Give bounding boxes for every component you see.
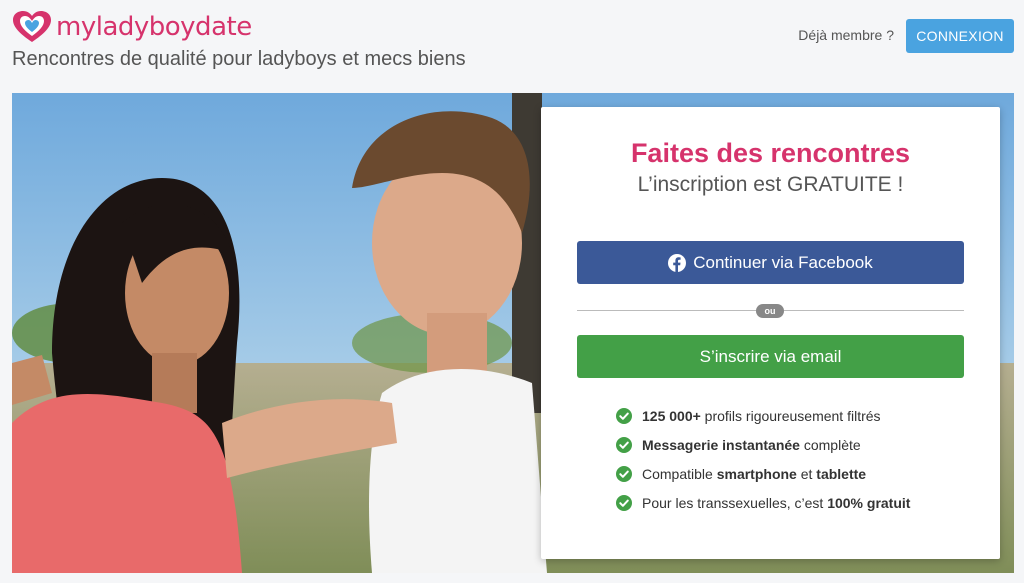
or-badge: ou <box>756 304 784 318</box>
check-circle-icon <box>616 407 632 424</box>
feature-list: 125 000+ profils rigoureusement filtrés … <box>616 401 910 517</box>
feature-item: Pour les transsexuelles, c’est 100% grat… <box>616 488 910 517</box>
tagline: Rencontres de qualité pour ladyboys et m… <box>12 48 466 70</box>
facebook-button-label: Continuer via Facebook <box>693 252 873 272</box>
feature-text: Messagerie instantanée complète <box>642 436 861 453</box>
feature-item: Compatible smartphone et tablette <box>616 459 910 488</box>
feature-item: Messagerie instantanée complète <box>616 430 910 459</box>
signup-card: Faites des rencontres L’inscription est … <box>541 107 1000 559</box>
card-subtitle: L’inscription est GRATUITE ! <box>637 173 904 196</box>
check-circle-icon <box>616 436 632 453</box>
check-circle-icon <box>616 494 632 511</box>
check-circle-icon <box>616 465 632 482</box>
card-title: Faites des rencontres <box>630 138 911 168</box>
feature-text: 125 000+ profils rigoureusement filtrés <box>642 407 881 424</box>
heart-logo-icon <box>13 11 51 42</box>
feature-text: Compatible smartphone et tablette <box>642 465 867 482</box>
facebook-icon <box>668 253 687 272</box>
email-button-label: S’inscrire via email <box>699 346 842 366</box>
logo[interactable]: myladyboydate <box>12 10 252 44</box>
email-signup-button[interactable]: S’inscrire via email <box>577 335 964 378</box>
already-member-text: Déjà membre ? <box>798 27 894 43</box>
feature-text: Pour les transsexuelles, c’est 100% grat… <box>642 494 911 511</box>
facebook-signup-button[interactable]: Continuer via Facebook <box>577 241 964 284</box>
logo-text: myladyboydate <box>56 12 252 42</box>
feature-item: 125 000+ profils rigoureusement filtrés <box>616 401 910 430</box>
login-button[interactable]: CONNEXION <box>906 19 1014 53</box>
